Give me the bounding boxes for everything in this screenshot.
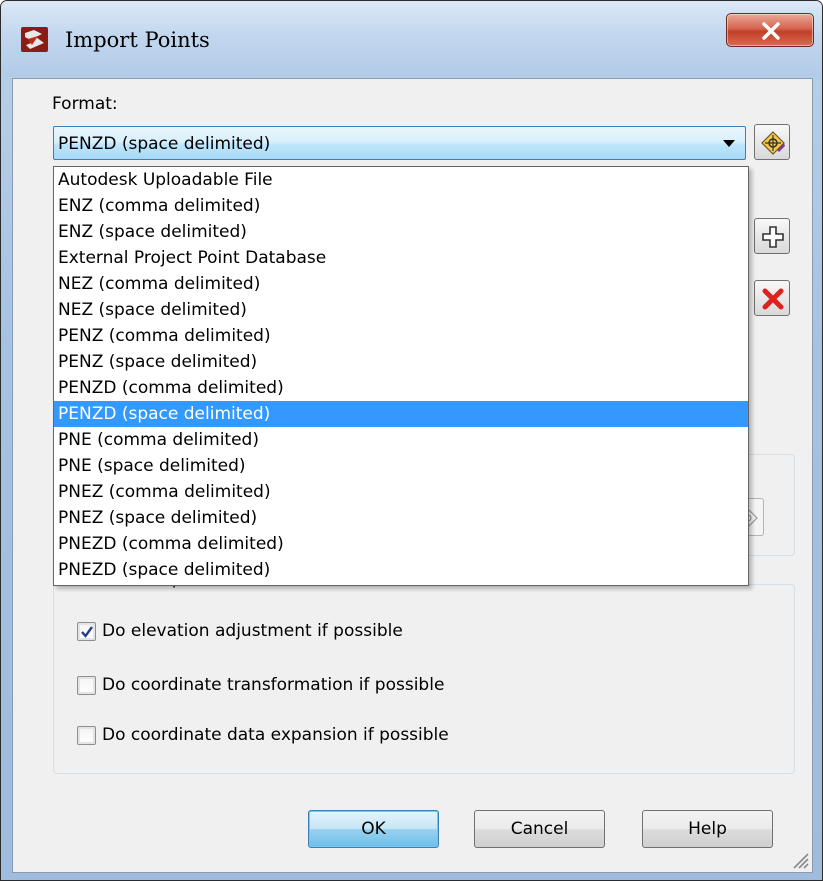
point-format-icon — [761, 131, 785, 155]
add-file-button[interactable] — [754, 218, 790, 254]
title-bar[interactable]: Import Points — [1, 1, 822, 77]
elevation-adjustment-option[interactable]: Do elevation adjustment if possible — [77, 619, 403, 643]
format-option[interactable]: PENZ (space delimited) — [54, 349, 748, 375]
format-selected-value: PENZD (space delimited) — [58, 134, 271, 154]
dialog-client-area: Format: PENZD (space delimited) Do eleva… — [12, 78, 813, 873]
checkmark-icon — [81, 625, 93, 638]
format-option[interactable]: PENZD (space delimited) — [54, 401, 748, 427]
elevation-adjustment-checkbox[interactable] — [77, 621, 96, 641]
chevron-down-icon — [723, 140, 735, 147]
cancel-button[interactable]: Cancel — [474, 810, 605, 848]
remove-file-button[interactable] — [754, 280, 790, 316]
format-dropdown-list[interactable]: Autodesk Uploadable File ENZ (comma delim… — [53, 166, 749, 586]
format-option[interactable]: PNE (comma delimited) — [54, 427, 748, 453]
coordinate-expansion-option[interactable]: Do coordinate data expansion if possible — [77, 723, 449, 747]
import-points-dialog: Import Points Format: PENZD (space delim… — [0, 0, 823, 881]
format-option[interactable]: PNEZ (space delimited) — [54, 505, 748, 531]
close-button[interactable] — [726, 13, 814, 47]
format-option[interactable]: NEZ (space delimited) — [54, 297, 748, 323]
elevation-adjustment-label: Do elevation adjustment if possible — [102, 621, 403, 641]
plus-icon — [762, 226, 784, 248]
window-title: Import Points — [65, 28, 210, 52]
coordinate-transformation-label: Do coordinate transformation if possible — [102, 675, 445, 695]
coordinate-transformation-option[interactable]: Do coordinate transformation if possible — [77, 673, 444, 697]
format-option[interactable]: PENZD (comma delimited) — [54, 375, 748, 401]
format-option[interactable]: ENZ (space delimited) — [54, 219, 748, 245]
format-option[interactable]: PNE (space delimited) — [54, 453, 748, 479]
civil3d-app-icon — [20, 25, 50, 55]
coordinate-expansion-label: Do coordinate data expansion if possible — [102, 725, 449, 745]
close-icon — [762, 22, 780, 40]
format-combobox[interactable]: PENZD (space delimited) — [53, 126, 746, 160]
ok-button[interactable]: OK — [308, 810, 439, 848]
coordinate-expansion-checkbox[interactable] — [77, 725, 96, 745]
format-option[interactable]: PNEZ (comma delimited) — [54, 479, 748, 505]
format-option[interactable]: External Project Point Database — [54, 245, 748, 271]
format-option[interactable]: PNEZD (space delimited) — [54, 557, 748, 583]
format-option[interactable]: PENZ (comma delimited) — [54, 323, 748, 349]
coordinate-transformation-checkbox[interactable] — [77, 675, 96, 695]
help-button[interactable]: Help — [642, 810, 773, 848]
format-option[interactable]: Autodesk Uploadable File — [54, 167, 748, 193]
resize-grip-icon[interactable] — [788, 848, 810, 870]
format-label: Format: — [52, 94, 118, 114]
manage-formats-button[interactable] — [754, 124, 790, 160]
format-option[interactable]: PNEZD (comma delimited) — [54, 531, 748, 557]
delete-x-icon — [762, 288, 784, 310]
format-option[interactable]: NEZ (comma delimited) — [54, 271, 748, 297]
format-option[interactable]: ENZ (comma delimited) — [54, 193, 748, 219]
